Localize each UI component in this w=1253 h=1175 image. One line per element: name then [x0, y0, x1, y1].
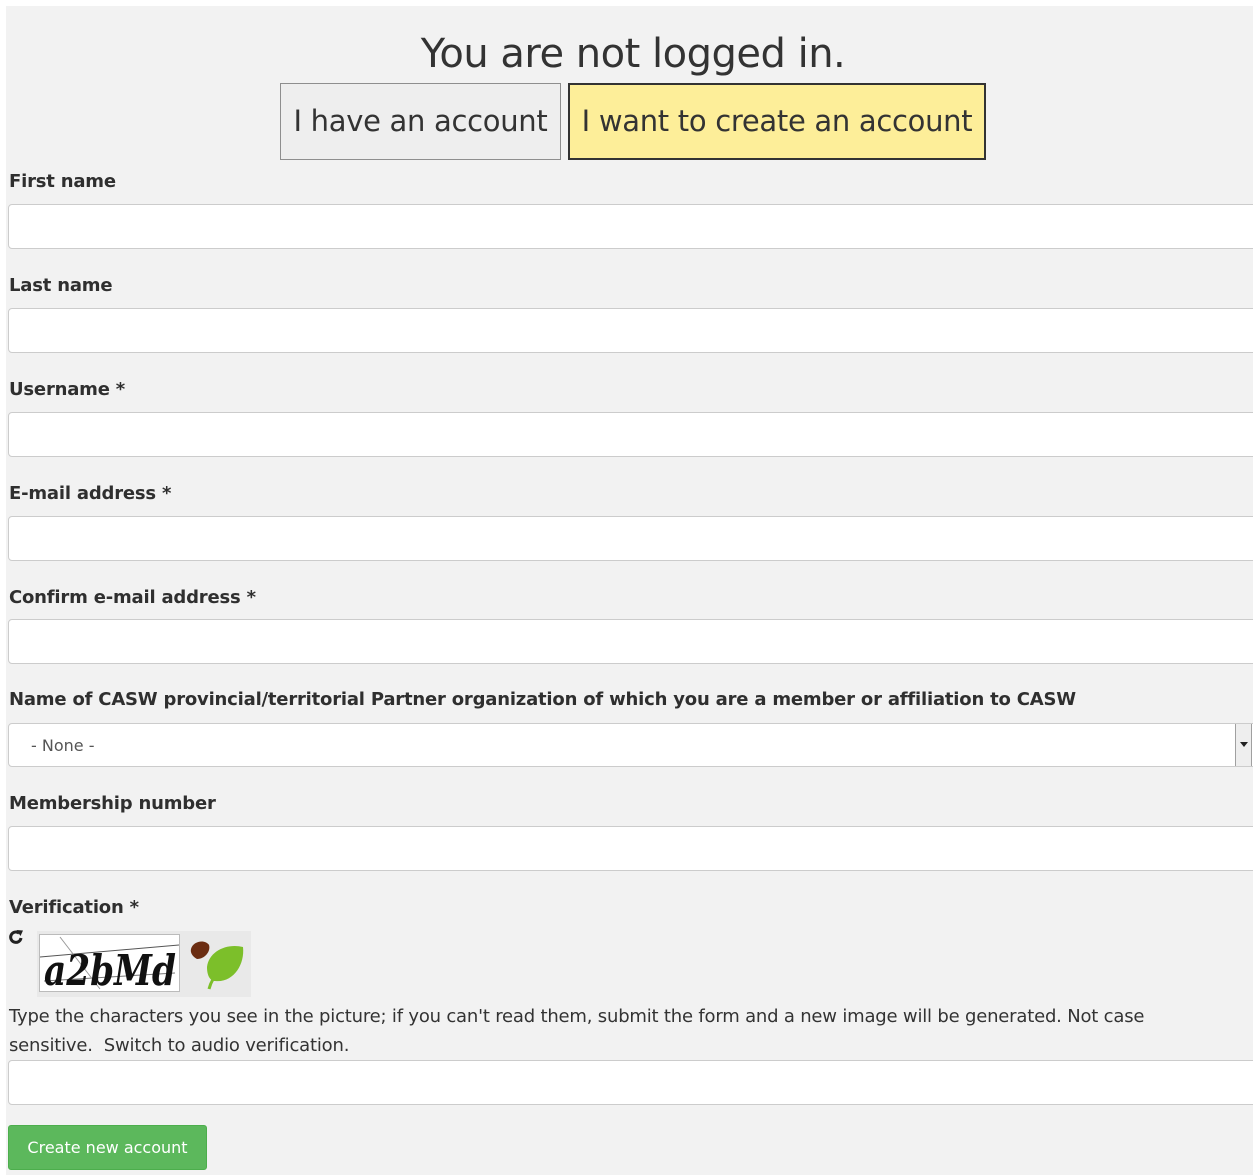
email-input[interactable] — [8, 516, 1253, 561]
audio-verification-link[interactable]: Switch to audio verification. — [104, 1035, 350, 1056]
captcha-image: a2bMd — [39, 934, 180, 992]
captcha-container: a2bMd — [37, 931, 251, 997]
page-left-edge — [0, 0, 6, 1175]
username-input[interactable] — [8, 412, 1253, 457]
last-name-input[interactable] — [8, 308, 1253, 353]
partner-organization-label: Name of CASW provincial/territorial Part… — [9, 689, 1076, 710]
leaf-logo — [190, 941, 244, 990]
first-name-label: First name — [9, 171, 116, 192]
captcha-distortion-lines: a2bMd — [40, 936, 179, 991]
email-label: E-mail address * — [9, 483, 172, 504]
partner-organization-select[interactable]: - None - — [8, 723, 1253, 767]
confirm-email-label: Confirm e-mail address * — [9, 587, 256, 608]
captcha-text: a2bMd — [44, 946, 176, 991]
page-title: You are not logged in. — [420, 31, 846, 77]
partner-organization-selected-value: - None - — [31, 736, 95, 755]
last-name-label: Last name — [9, 275, 113, 296]
confirm-email-input[interactable] — [8, 619, 1253, 664]
have-account-button[interactable]: I have an account — [280, 83, 561, 160]
verification-input[interactable] — [8, 1060, 1253, 1105]
verification-label: Verification * — [9, 897, 139, 918]
first-name-input[interactable] — [8, 204, 1253, 249]
register-page: You are not logged in. I have an account… — [0, 0, 1253, 1175]
username-label: Username * — [9, 379, 126, 400]
create-new-account-button[interactable]: Create new account — [8, 1125, 207, 1170]
page-top-edge — [0, 0, 1253, 6]
create-account-toggle-button[interactable]: I want to create an account — [568, 83, 986, 160]
membership-number-label: Membership number — [9, 793, 216, 814]
membership-number-input[interactable] — [8, 826, 1253, 871]
chevron-down-icon[interactable] — [1235, 724, 1252, 766]
verification-help-text: Type the characters you see in the pictu… — [9, 1002, 1234, 1060]
refresh-icon[interactable] — [7, 927, 25, 947]
